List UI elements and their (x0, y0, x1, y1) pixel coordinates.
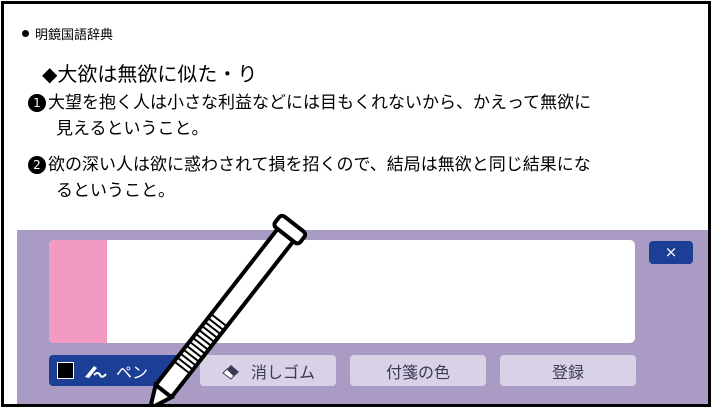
register-label: 登録 (551, 362, 584, 382)
sticky-color-button[interactable]: 付箋の色 (350, 355, 486, 386)
sticky-color-label: 付箋の色 (385, 362, 450, 382)
pen-icon (85, 365, 107, 378)
sticky-note-canvas[interactable] (49, 240, 635, 343)
close-icon: × (664, 243, 678, 261)
entry-headword: ◆大欲は無欲に似た・り (42, 62, 258, 86)
eraser-label: 消しゴム (250, 362, 315, 382)
dictionary-header: 明鏡国語辞典 (22, 24, 113, 43)
definition-2-line-2: るということ。 (56, 181, 175, 201)
dictionary-screen: 明鏡国語辞典 ◆大欲は無欲に似た・り 1 大望を抱く人は小さな利益などには目もくれ… (1, 1, 711, 407)
pen-label: ペン (116, 362, 149, 382)
definition-number-1: 1 (28, 94, 46, 112)
eraser-button[interactable]: 消しゴム (200, 355, 336, 386)
definition-1: 1 大望を抱く人は小さな利益などには目もくれないから、かえって無欲に 見えるという… (28, 90, 678, 142)
close-button[interactable]: × (649, 241, 693, 264)
dictionary-name: 明鏡国語辞典 (35, 28, 114, 43)
bullet-icon (22, 30, 29, 37)
register-button[interactable]: 登録 (500, 355, 636, 386)
definition-2-line-1: 欲の深い人は欲に惑わされて損を招くので、結局は無欲と同じ結果にな (48, 155, 591, 175)
sticky-note-color-strip (49, 240, 107, 343)
pen-button[interactable]: ペン (49, 355, 185, 386)
definition-2: 2 欲の深い人は欲に惑わされて損を招くので、結局は無欲と同じ結果にな るということ… (28, 152, 678, 204)
pen-color-swatch (57, 362, 74, 379)
definition-number-2: 2 (28, 156, 46, 174)
definition-1-line-1: 大望を抱く人は小さな利益などには目もくれないから、かえって無欲に (48, 93, 592, 113)
definition-1-line-2: 見えるということ。 (56, 119, 209, 139)
eraser-icon (222, 364, 239, 380)
sticky-note-panel: × ペン 消しゴム 付箋の色 登録 (17, 230, 708, 404)
